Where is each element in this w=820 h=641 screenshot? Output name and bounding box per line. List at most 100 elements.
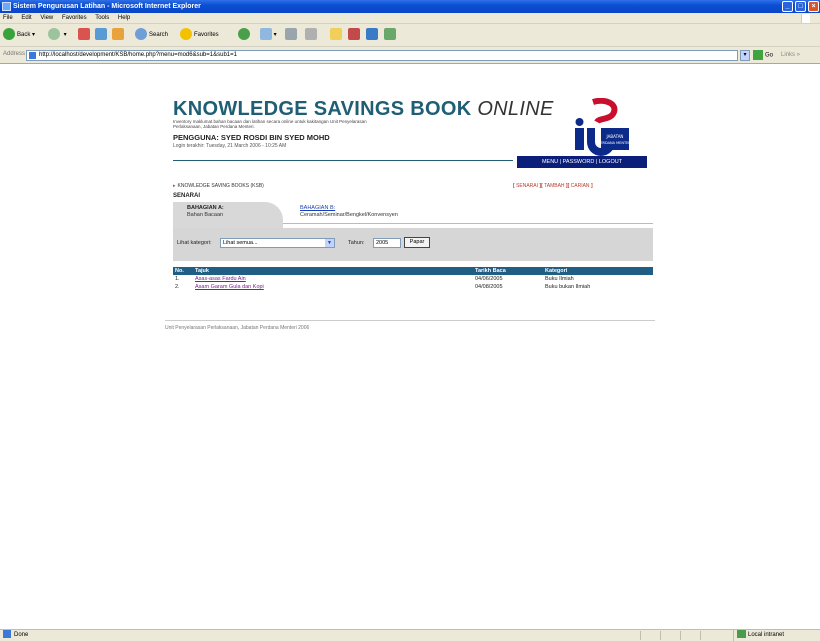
menu-tools[interactable]: Tools (95, 15, 109, 21)
zone-label: Local intranet (748, 632, 785, 638)
nav-password-link[interactable]: PASSWORD (563, 159, 595, 165)
row-no: 2. (175, 284, 180, 290)
mail-button[interactable]: ▾ (260, 28, 277, 42)
status-text: Done (3, 630, 28, 641)
user-name: PENGGUNA: SYED ROSDI BIN SYED MOHD (173, 133, 330, 142)
breadcrumb-text[interactable]: KNOWLEDGE SAVING BOOKS (KSB) (178, 183, 264, 189)
senarai-link[interactable]: SENARAI (516, 183, 538, 189)
search-icon (135, 28, 147, 41)
logo-caption-2: PERDANA MENTERI (598, 141, 632, 145)
back-button[interactable]: Back ▾ (3, 28, 35, 42)
tab-b-subtitle: Ceramah/Seminar/Bengkel/Konvensyen (300, 212, 398, 218)
maximize-button[interactable]: □ (795, 1, 806, 12)
tab-divider (283, 223, 653, 224)
tools-extra-button[interactable] (384, 28, 396, 42)
top-nav-bar: MENU | PASSWORD | LOGOUT (517, 156, 647, 168)
status-label: Done (14, 632, 29, 638)
intranet-icon (737, 630, 746, 639)
back-arrow-icon (3, 28, 15, 41)
edit-icon (305, 28, 317, 41)
title-main: KNOWLEDGE SAVINGS BOOK (173, 98, 472, 120)
address-url: http://localhost/development/KSB/home.ph… (39, 52, 237, 58)
stop-icon (78, 28, 90, 41)
back-label: Back (17, 32, 31, 38)
forward-arrow-icon (48, 28, 60, 41)
menu-bar: File Edit View Favorites Tools Help (0, 13, 820, 24)
category-selected-value: Lihat semua... (223, 240, 258, 246)
refresh-icon (95, 28, 107, 41)
row-no: 1. (175, 276, 180, 282)
print-icon (285, 28, 297, 41)
ie-window-icon (2, 2, 11, 11)
messenger-icon (366, 28, 378, 41)
status-bar: Done Local intranet (0, 629, 820, 641)
carian-link[interactable]: CARIAN (571, 183, 590, 189)
status-separator (700, 631, 701, 640)
tab-a-title: BAHAGIAN A: (187, 205, 224, 211)
nav-logout-link[interactable]: LOGOUT (599, 159, 622, 165)
menu-view[interactable]: View (40, 15, 53, 21)
page-viewport: KNOWLEDGE SAVINGS BOOK ONLINE Inventory … (0, 64, 820, 629)
row-date: 04/08/2005 (475, 284, 503, 290)
tab-bahagian-b-link[interactable]: BAHAGIAN B: (300, 205, 335, 211)
folder-button[interactable] (330, 28, 342, 42)
search-button[interactable]: Search (135, 28, 168, 42)
row-category: Buku bukan Ilmiah (545, 284, 591, 290)
minimize-button[interactable]: _ (782, 1, 793, 12)
table-row: 1. Asas-asas Fardu Ain 04/06/2005 Buku I… (173, 275, 653, 283)
page-title: KNOWLEDGE SAVINGS BOOK ONLINE (173, 98, 554, 121)
category-label: Lihat kategori: (177, 240, 212, 246)
section-heading: SENARAI (173, 193, 201, 199)
windows-logo-icon (801, 14, 810, 23)
records-table: No. Tajuk Tarikh Baca Kategori 1. Asas-a… (173, 267, 653, 291)
row-category: Buku Ilmiah (545, 276, 574, 282)
chevron-down-icon[interactable]: ▼ (325, 239, 334, 247)
menu-file[interactable]: File (3, 15, 13, 21)
address-input[interactable]: http://localhost/development/KSB/home.ph… (26, 50, 738, 61)
category-select[interactable]: Lihat semua... ▼ (220, 238, 335, 248)
research-icon (348, 28, 360, 41)
links-label: Links (781, 52, 796, 58)
links-button[interactable]: Links » (781, 50, 800, 61)
history-icon (238, 28, 250, 41)
history-button[interactable] (238, 28, 252, 42)
address-dropdown-button[interactable]: ▾ (740, 50, 750, 61)
status-separator (680, 631, 681, 640)
menu-favorites[interactable]: Favorites (62, 15, 87, 21)
edit-page-button[interactable] (305, 28, 317, 42)
action-links: [ SENARAI ][ TAMBAH ][ CARIAN ] (513, 183, 593, 189)
menu-edit[interactable]: Edit (21, 15, 31, 21)
row-title-link[interactable]: Asas-asas Fardu Ain (195, 275, 246, 283)
last-login: Login terakhir: Tuesday, 21 March 2006 -… (173, 143, 287, 149)
papar-button[interactable]: Papar (404, 237, 430, 248)
nav-menu-link[interactable]: MENU (542, 159, 558, 165)
icu-jpm-logo: JABATAN PERDANA MENTERI (553, 97, 641, 156)
page-footer: Unit Penyelarasan Perlaksanaan, Jabatan … (165, 325, 310, 331)
window-titlebar: Sistem Pengurusan Latihan - Microsoft In… (0, 0, 820, 13)
forward-button[interactable]: ▾ (48, 28, 67, 42)
tambah-link[interactable]: TAMBAH (544, 183, 564, 189)
breadcrumb: ▸ KNOWLEDGE SAVING BOOKS (KSB) (173, 183, 264, 189)
search-label: Search (149, 32, 169, 38)
home-icon (112, 28, 124, 41)
favorites-label: Favorites (194, 32, 219, 38)
year-input[interactable]: 2005 (373, 238, 401, 248)
table-header: No. Tajuk Tarikh Baca Kategori (173, 267, 653, 275)
close-button[interactable]: × (808, 1, 819, 12)
favorites-button[interactable]: Favorites (180, 28, 219, 42)
tab-a-subtitle: Bahan Bacaan (187, 212, 224, 218)
home-button[interactable] (112, 28, 124, 42)
research-button[interactable] (348, 28, 360, 42)
menu-help[interactable]: Help (118, 15, 130, 21)
logo-caption-1: JABATAN (606, 134, 624, 139)
page-icon (29, 52, 36, 59)
go-label: Go (765, 52, 774, 59)
print-button[interactable] (285, 28, 297, 42)
row-title-link[interactable]: Asam Garam Gula dan Kopi (195, 283, 264, 291)
messenger-button[interactable] (366, 28, 378, 42)
header-divider (173, 160, 513, 161)
footer-divider (165, 320, 655, 321)
refresh-button[interactable] (95, 28, 107, 42)
go-button[interactable]: Go (753, 50, 773, 62)
stop-button[interactable] (78, 28, 90, 42)
